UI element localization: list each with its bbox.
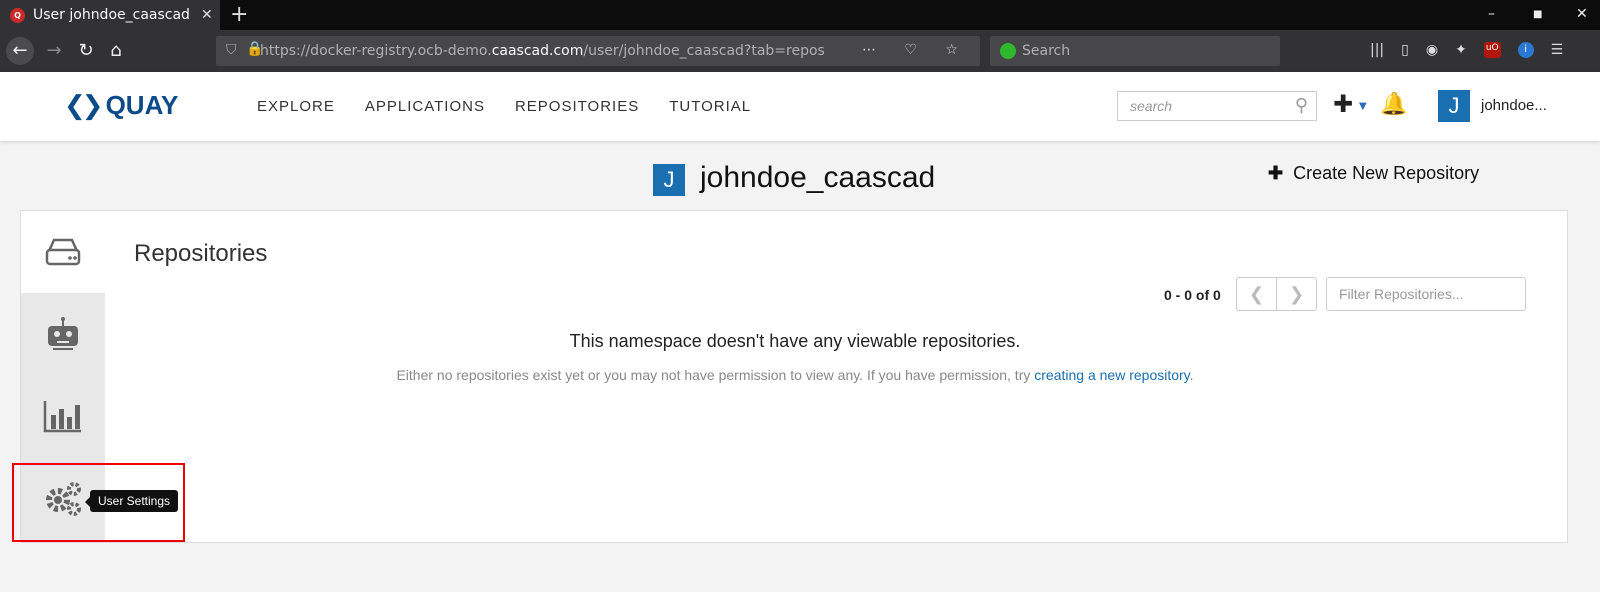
repositories-heading: Repositories — [134, 240, 268, 267]
user-menu[interactable]: johndoe... — [1481, 97, 1547, 114]
menu-icon[interactable]: ☰ — [1551, 42, 1564, 58]
bar-chart-icon — [43, 401, 81, 433]
minimize-icon[interactable]: – — [1488, 6, 1495, 22]
menu-applications[interactable]: APPLICATIONS — [365, 98, 485, 115]
tab-title: User johndoe_caascad · Quay — [33, 7, 193, 23]
browser-search-placeholder: Search — [1022, 43, 1071, 59]
menu-repositories[interactable]: REPOSITORIES — [515, 98, 639, 115]
menu-explore[interactable]: EXPLORE — [257, 98, 335, 115]
empty-state-end: . — [1189, 367, 1194, 383]
search-icon: ⚲ — [1294, 95, 1308, 115]
reload-icon[interactable]: ↻ — [74, 39, 98, 63]
browser-nav-bar: ← → ↻ ⌂ ⛉ 🔒 https://docker-registry.ocb-… — [0, 30, 1600, 72]
shield-icon[interactable]: ⛉ — [226, 42, 237, 58]
tab-usage-logs[interactable] — [21, 375, 105, 457]
filter-placeholder: Filter Repositories... — [1339, 286, 1464, 302]
quay-logo[interactable]: ❮❯ QUAY — [64, 90, 178, 121]
window-close-icon[interactable]: ✕ — [1576, 6, 1588, 22]
content-panel: Repositories 0 - 0 of 0 ❮ ❯ Filter Repos… — [20, 210, 1568, 543]
user-settings-tooltip: User Settings — [84, 490, 179, 512]
quay-logo-icon: ❮❯ — [64, 90, 104, 121]
chevron-down-icon[interactable]: ▼ — [1359, 101, 1367, 112]
url-actions[interactable]: ⋯ ♡ ☆ — [862, 42, 970, 58]
search-input[interactable]: search ⚲ — [1117, 91, 1317, 121]
pager-count: 0 - 0 of 0 — [1164, 287, 1221, 303]
page-title: johndoe_caascad — [700, 161, 936, 194]
browser-search-bar[interactable]: Search — [990, 36, 1280, 66]
quay-header: ❮❯ QUAY EXPLORE APPLICATIONS REPOSITORIE… — [0, 72, 1600, 142]
pager: ❮ ❯ — [1236, 277, 1317, 311]
namespace-avatar: J — [653, 164, 685, 196]
avatar[interactable]: J — [1438, 90, 1470, 122]
hard-drive-icon — [45, 238, 81, 266]
create-plus-icon[interactable]: ✚ — [1333, 90, 1353, 118]
create-repository-link[interactable]: creating a new repository — [1034, 367, 1189, 383]
home-icon[interactable]: ⌂ — [104, 39, 128, 63]
account-icon[interactable]: ◉ — [1426, 42, 1438, 58]
close-tab-icon[interactable]: ✕ — [201, 7, 213, 23]
url-text: https://docker-registry.ocb-demo.caascad… — [260, 43, 825, 59]
empty-state-text: Either no repositories exist yet or you … — [21, 367, 1569, 383]
logo-text: QUAY — [105, 90, 179, 120]
create-repository-button[interactable]: ✚ Create New Repository — [1268, 163, 1479, 184]
bitwarden-icon[interactable]: i — [1517, 42, 1534, 58]
plus-icon: ✚ — [1268, 163, 1284, 183]
quay-favicon-icon: Q — [10, 7, 25, 23]
ublock-icon[interactable]: uO — [1483, 42, 1501, 58]
browser-tab[interactable]: Q User johndoe_caascad · Quay ✕ — [0, 0, 220, 30]
maximize-icon[interactable]: ■ — [1533, 9, 1542, 20]
filter-repositories-input[interactable]: Filter Repositories... — [1326, 277, 1526, 311]
sidebar-icon[interactable]: ▯ — [1401, 42, 1409, 58]
main-menu: EXPLORE APPLICATIONS REPOSITORIES TUTORI… — [257, 98, 751, 115]
new-tab-icon[interactable]: + — [230, 2, 248, 27]
create-repository-label: Create New Repository — [1293, 163, 1480, 183]
lock-icon: 🔒 — [246, 41, 264, 57]
bell-icon[interactable]: 🔔 — [1380, 92, 1407, 117]
browser-tab-bar: Q User johndoe_caascad · Quay ✕ + – ■ ✕ — [0, 0, 1600, 30]
next-page-button[interactable]: ❯ — [1276, 278, 1316, 310]
empty-state-title: This namespace doesn't have any viewable… — [569, 331, 1021, 351]
prev-page-button[interactable]: ❮ — [1237, 278, 1276, 310]
back-icon[interactable]: ← — [6, 37, 34, 65]
tab-repositories[interactable] — [21, 211, 105, 293]
search-placeholder: search — [1130, 98, 1173, 114]
menu-tutorial[interactable]: TUTORIAL — [669, 98, 751, 115]
url-bar[interactable]: ⛉ 🔒 https://docker-registry.ocb-demo.caa… — [216, 36, 980, 66]
extension-icon[interactable]: ✦ — [1455, 42, 1467, 58]
forward-icon[interactable]: → — [42, 39, 66, 63]
browser-toolbar: ||| ▯ ◉ ✦ uO i ☰ — [1370, 42, 1563, 58]
empty-state-sub: Either no repositories exist yet or you … — [396, 367, 1035, 383]
library-icon[interactable]: ||| — [1370, 42, 1384, 58]
search-engine-icon — [1000, 43, 1016, 59]
